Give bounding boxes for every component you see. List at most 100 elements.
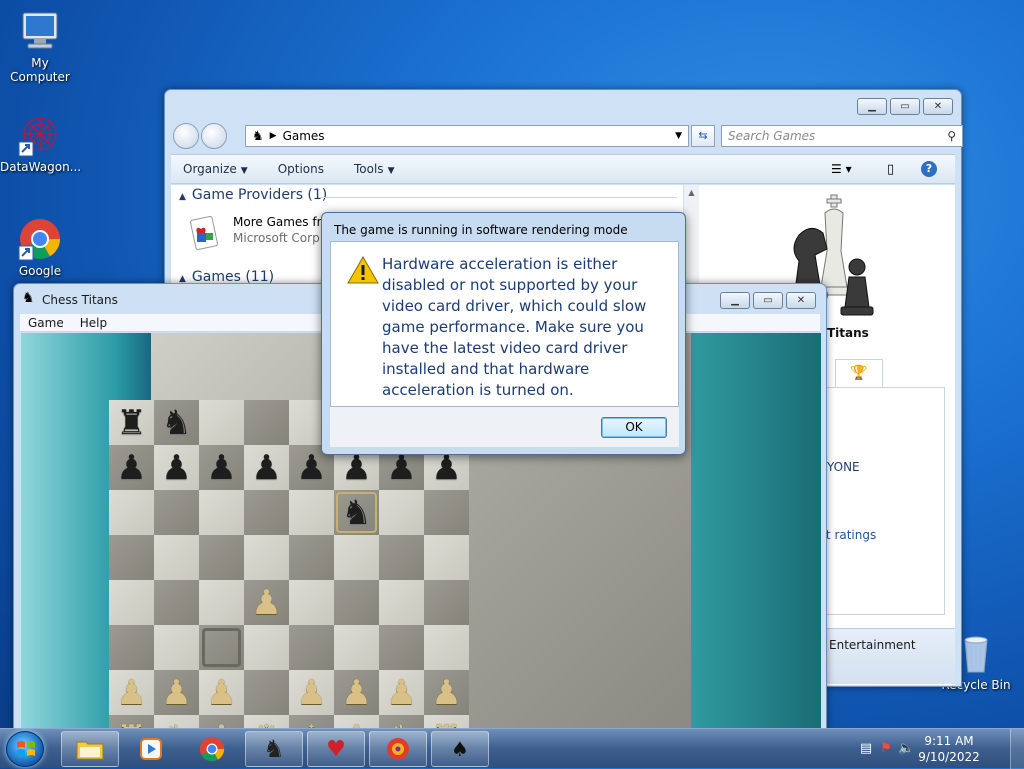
board-square[interactable]	[199, 535, 244, 580]
board-square[interactable]: ♟	[244, 445, 289, 490]
tools-menu[interactable]: Tools ▼	[354, 162, 394, 176]
taskbar-spider[interactable]: ♠	[431, 731, 489, 767]
preview-pane-icon[interactable]: ▯	[887, 162, 894, 177]
board-square[interactable]	[334, 580, 379, 625]
action-center-icon[interactable]: ⚑	[878, 741, 894, 757]
board-square[interactable]: ♞	[154, 400, 199, 445]
board-square[interactable]: ♟	[244, 580, 289, 625]
white-pawn-icon[interactable]: ♟	[244, 580, 289, 625]
back-button[interactable]	[173, 123, 199, 149]
address-dropdown-icon[interactable]: ▼	[675, 131, 682, 141]
black-pawn-icon[interactable]: ♟	[244, 445, 289, 490]
board-square[interactable]	[109, 625, 154, 670]
board-square[interactable]	[424, 580, 469, 625]
close-button[interactable]: ✕	[786, 292, 816, 309]
provider-item[interactable]: More Games fr Microsoft Corp	[187, 211, 327, 257]
taskbar-purble[interactable]	[369, 731, 427, 767]
board-square[interactable]: ♟	[334, 670, 379, 715]
maximize-button[interactable]: ▭	[890, 98, 920, 115]
board-square[interactable]: ♟	[199, 445, 244, 490]
view-options-icon[interactable]: ☰ ▾	[831, 162, 852, 176]
show-desktop-button[interactable]	[1010, 729, 1024, 769]
board-square[interactable]	[244, 625, 289, 670]
minimize-button[interactable]: ▁	[720, 292, 750, 309]
black-pawn-icon[interactable]: ♟	[154, 445, 199, 490]
board-square[interactable]	[424, 535, 469, 580]
white-pawn-icon[interactable]: ♟	[424, 670, 469, 715]
board-square[interactable]	[109, 490, 154, 535]
taskbar-media-player[interactable]	[122, 731, 180, 767]
black-rook-icon[interactable]: ♜	[109, 400, 154, 445]
desktop-icon-google[interactable]: Google	[0, 216, 80, 278]
board-square[interactable]	[379, 625, 424, 670]
white-pawn-icon[interactable]: ♟	[154, 670, 199, 715]
board-square[interactable]	[379, 490, 424, 535]
board-square[interactable]	[334, 625, 379, 670]
scroll-up-arrow-icon[interactable]: ▲	[684, 188, 699, 197]
taskbar-hearts[interactable]: ♥	[307, 731, 365, 767]
board-square[interactable]	[154, 490, 199, 535]
forward-button[interactable]	[201, 123, 227, 149]
group-header-providers[interactable]: ▲ Game Providers (1)	[179, 187, 327, 203]
board-square[interactable]	[244, 490, 289, 535]
board-square[interactable]: ♟	[379, 670, 424, 715]
board-square[interactable]	[244, 400, 289, 445]
board-square[interactable]: ♟	[424, 670, 469, 715]
address-bar[interactable]: ♞ ▶ Games ▼	[245, 125, 689, 147]
board-square[interactable]	[424, 625, 469, 670]
board-square[interactable]	[289, 490, 334, 535]
board-square[interactable]	[334, 535, 379, 580]
board-square[interactable]: ♞	[334, 490, 379, 535]
menu-game[interactable]: Game	[20, 316, 72, 330]
board-square[interactable]	[379, 535, 424, 580]
white-pawn-icon[interactable]: ♟	[379, 670, 424, 715]
board-square[interactable]	[289, 535, 334, 580]
tab-achievements[interactable]: 🏆	[835, 359, 883, 387]
board-square[interactable]	[109, 580, 154, 625]
board-square[interactable]: ♟	[109, 445, 154, 490]
desktop-icon-my-computer[interactable]: My Computer	[0, 8, 80, 84]
network-icon[interactable]: ▤	[858, 741, 874, 757]
board-square[interactable]	[289, 625, 334, 670]
board-square[interactable]	[154, 625, 199, 670]
menu-help[interactable]: Help	[72, 316, 115, 330]
board-square[interactable]	[244, 670, 289, 715]
board-square[interactable]: ♟	[154, 445, 199, 490]
taskbar-chrome[interactable]	[183, 731, 241, 767]
help-icon[interactable]: ?	[921, 161, 937, 177]
clock[interactable]: 9:11 AM 9/10/2022	[914, 733, 984, 765]
board-square[interactable]: ♟	[109, 670, 154, 715]
maximize-button[interactable]: ▭	[753, 292, 783, 309]
board-square[interactable]	[199, 580, 244, 625]
board-square[interactable]: ♜	[109, 400, 154, 445]
white-pawn-icon[interactable]: ♟	[199, 670, 244, 715]
volume-icon[interactable]: 🔈	[898, 741, 914, 757]
black-knight-icon[interactable]: ♞	[334, 490, 379, 535]
board-square[interactable]	[109, 535, 154, 580]
white-pawn-icon[interactable]: ♟	[109, 670, 154, 715]
board-square[interactable]	[154, 535, 199, 580]
board-square[interactable]	[244, 535, 289, 580]
board-square[interactable]: ♟	[154, 670, 199, 715]
black-knight-icon[interactable]: ♞	[154, 400, 199, 445]
ok-button[interactable]: OK	[601, 417, 667, 438]
refresh-button[interactable]: ⇆	[691, 125, 715, 147]
board-square[interactable]	[289, 580, 334, 625]
white-pawn-icon[interactable]: ♟	[334, 670, 379, 715]
board-square[interactable]	[199, 400, 244, 445]
black-pawn-icon[interactable]: ♟	[109, 445, 154, 490]
board-square[interactable]: ♟	[199, 670, 244, 715]
taskbar-chess-titans[interactable]: ♞	[245, 731, 303, 767]
board-square[interactable]	[199, 625, 244, 670]
board-square[interactable]: ♟	[289, 670, 334, 715]
breadcrumb[interactable]: Games	[283, 129, 325, 143]
start-button[interactable]	[6, 731, 44, 767]
taskbar-explorer[interactable]	[61, 731, 119, 767]
options-button[interactable]: Options	[278, 162, 324, 176]
desktop-icon-datawagon[interactable]: DataWagon...	[0, 112, 81, 174]
search-icon[interactable]: ⚲	[947, 126, 956, 146]
close-button[interactable]: ✕	[923, 98, 953, 115]
board-square[interactable]	[424, 490, 469, 535]
white-pawn-icon[interactable]: ♟	[289, 670, 334, 715]
board-square[interactable]	[154, 580, 199, 625]
